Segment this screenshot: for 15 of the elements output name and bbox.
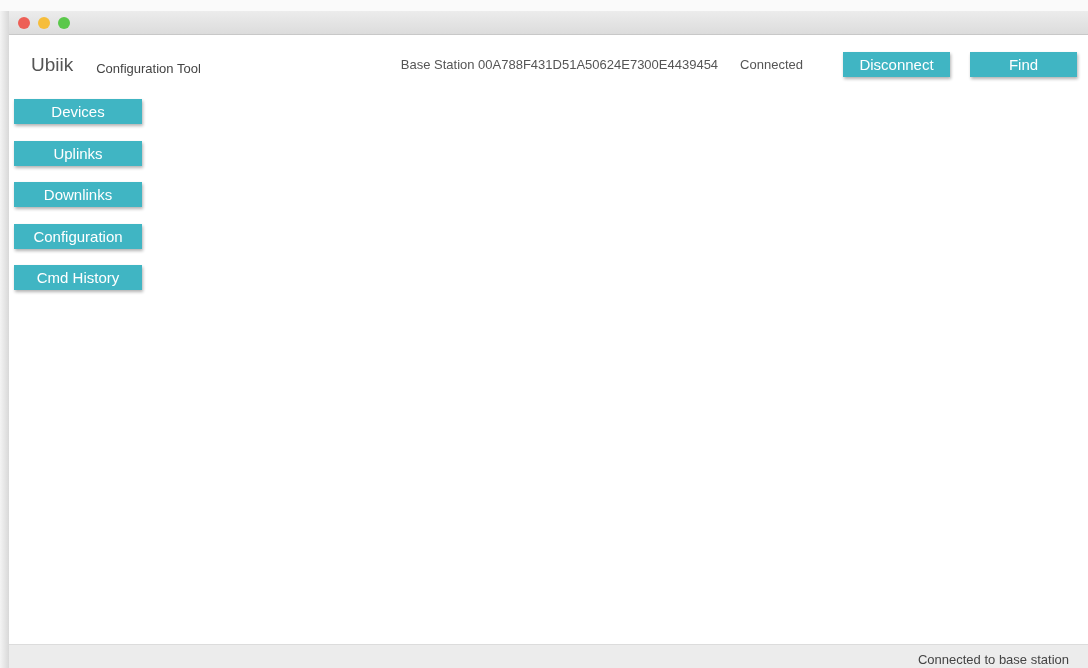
nav-button[interactable]: Configuration <box>14 223 142 249</box>
zoom-icon[interactable] <box>58 16 70 29</box>
find-button[interactable]: Find <box>970 52 1077 77</box>
disconnect-button[interactable]: Disconnect <box>843 52 950 77</box>
status-text: Connected to base station <box>917 652 1069 668</box>
base-station-id: Base Station 00A788F431D51A50624E7300E4439454 <box>400 57 719 72</box>
nav-button[interactable]: Downlinks <box>14 182 142 207</box>
close-icon[interactable] <box>18 16 30 29</box>
app-name: Ubiik <box>31 53 74 76</box>
connection-status: Connected <box>740 57 803 72</box>
app-subtitle: Configuration Tool <box>96 61 201 76</box>
minimize-icon[interactable] <box>38 16 50 29</box>
nav-button[interactable]: Cmd History <box>14 265 142 290</box>
nav-button[interactable]: Uplinks <box>14 140 142 166</box>
nav-button[interactable]: Devices <box>14 99 142 124</box>
